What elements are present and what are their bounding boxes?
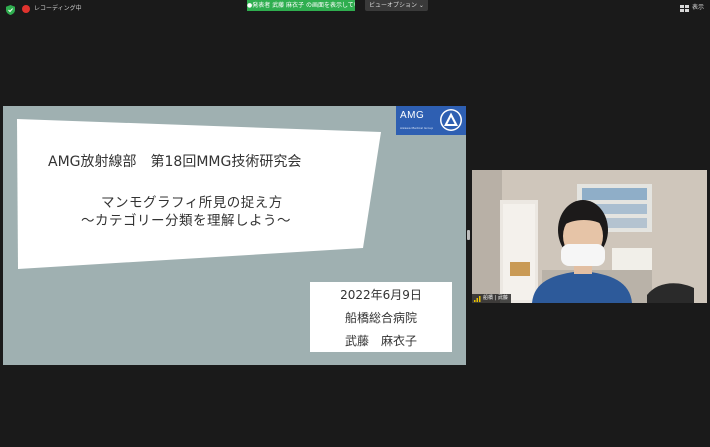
grid-view-icon	[679, 4, 689, 12]
slide-subtitle-line2: 〜カテゴリー分類を理解しよう〜	[81, 213, 291, 229]
presenter-name: 武藤 麻衣子	[344, 334, 417, 348]
presenter-info-box: 2022年6月9日 船橋総合病院 武藤 麻衣子	[310, 282, 452, 352]
shared-screen-slide: AMG放射線部 第18回MMG技術研究会 マンモグラフィ所見の捉え方 〜カテゴリ…	[3, 106, 466, 365]
logo-subtext: Aizawa Medical Group	[400, 126, 434, 130]
screen-share-banner: ●発表者 武藤 麻衣子 の画面を表示しています	[247, 0, 355, 11]
view-button[interactable]: 表示	[679, 3, 704, 13]
participant-name: 船橋 | 武藤	[483, 295, 508, 301]
participant-video-feed	[472, 170, 707, 303]
presentation-date: 2022年6月9日	[340, 288, 422, 302]
signal-strength-icon	[474, 295, 481, 302]
view-options-button[interactable]: ビューオプション ⌄	[365, 0, 428, 11]
meeting-top-bar: レコーディング中 ●発表者 武藤 麻衣子 の画面を表示しています ビューオプショ…	[0, 0, 710, 20]
hospital-name: 船橋総合病院	[344, 311, 417, 325]
view-button-label: 表示	[691, 4, 704, 11]
recording-label: レコーディング中	[34, 5, 82, 12]
logo-emblem-icon	[440, 109, 462, 131]
logo-text: AMG	[400, 110, 425, 121]
amg-logo: AMG Aizawa Medical Group	[396, 106, 466, 135]
participant-name-tag: 船橋 | 武藤	[472, 294, 511, 303]
panel-resize-handle[interactable]	[467, 230, 470, 240]
shield-icon[interactable]	[6, 5, 15, 15]
recording-indicator[interactable]: レコーディング中	[22, 4, 82, 14]
participant-video[interactable]: 船橋 | 武藤	[472, 170, 707, 303]
record-icon	[22, 5, 30, 13]
slide-subtitle-line1: マンモグラフィ所見の捉え方	[101, 195, 283, 211]
slide-title: AMG放射線部 第18回MMG技術研究会	[48, 154, 302, 170]
